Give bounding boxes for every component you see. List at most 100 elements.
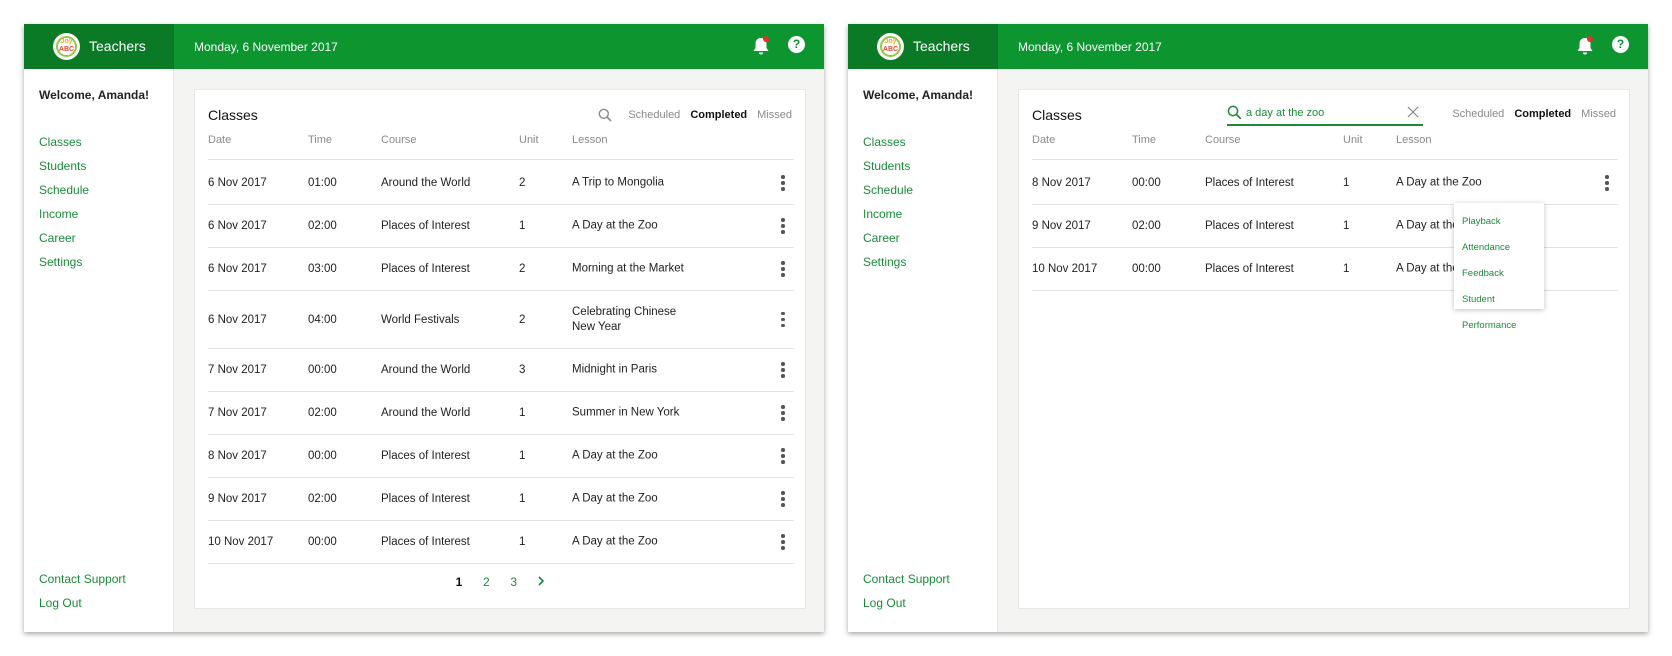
contact-support-link[interactable]: Contact Support: [39, 572, 126, 596]
chevron-right-icon[interactable]: [529, 575, 553, 589]
table-row[interactable]: 7 Nov 2017 00:00 Around the World 3 Midn…: [208, 349, 794, 392]
filter-missed[interactable]: Missed: [1581, 108, 1616, 120]
brand[interactable]: Joy ABC Teachers: [848, 24, 998, 69]
teachers-app-classes-search: Joy ABC Teachers Monday, 6 November 2017…: [848, 24, 1648, 632]
cell-time: 02:00: [308, 407, 337, 419]
table-row[interactable]: 6 Nov 2017 02:00 Places of Interest 1 A …: [208, 205, 794, 248]
column-header-course[interactable]: Course: [381, 134, 416, 146]
table-row[interactable]: 10 Nov 2017 00:00 Places of Interest 1 A…: [208, 521, 794, 564]
filter-completed[interactable]: Completed: [690, 109, 747, 121]
sidebar-item-classes[interactable]: Classes: [39, 135, 89, 159]
filter-scheduled[interactable]: Scheduled: [1452, 108, 1504, 120]
kebab-icon[interactable]: [780, 491, 786, 507]
search-icon[interactable]: [598, 108, 612, 122]
bell-icon[interactable]: [1575, 35, 1595, 57]
cell-date: 8 Nov 2017: [208, 450, 267, 462]
sidebar-item-career[interactable]: Career: [39, 231, 89, 255]
kebab-icon[interactable]: [1604, 175, 1610, 191]
kebab-icon[interactable]: [780, 218, 786, 234]
status-filters: Scheduled Completed Missed: [598, 108, 792, 122]
column-header-time[interactable]: Time: [308, 134, 332, 146]
sidebar: Welcome, Amanda! Classes Students Schedu…: [848, 69, 998, 632]
kebab-icon[interactable]: [780, 534, 786, 550]
column-header-lesson[interactable]: Lesson: [572, 134, 607, 146]
table-row[interactable]: 9 Nov 2017 02:00 Places of Interest 1 A …: [208, 478, 794, 521]
brand[interactable]: Joy ABC Teachers: [24, 24, 174, 69]
filter-scheduled[interactable]: Scheduled: [628, 109, 680, 121]
column-header-lesson[interactable]: Lesson: [1396, 134, 1431, 146]
kebab-icon[interactable]: [780, 175, 786, 191]
column-header-unit[interactable]: Unit: [1343, 134, 1363, 146]
page-1[interactable]: 1: [447, 575, 471, 589]
kebab-icon[interactable]: [780, 261, 786, 277]
page-2[interactable]: 2: [474, 575, 498, 589]
table-row[interactable]: 8 Nov 2017 00:00 Places of Interest 1 A …: [208, 435, 794, 478]
filter-completed[interactable]: Completed: [1514, 108, 1571, 120]
cell-time: 00:00: [1132, 263, 1161, 275]
cell-unit: 1: [519, 220, 526, 232]
page-3[interactable]: 3: [502, 575, 526, 589]
kebab-icon[interactable]: [780, 362, 786, 378]
column-header-date[interactable]: Date: [208, 134, 231, 146]
sidebar-item-settings[interactable]: Settings: [39, 255, 89, 279]
sidebar-item-students[interactable]: Students: [39, 159, 89, 183]
cell-unit: 1: [1343, 177, 1350, 189]
sidebar-item-schedule[interactable]: Schedule: [39, 183, 89, 207]
kebab-icon[interactable]: [780, 405, 786, 421]
cell-time: 01:00: [308, 177, 337, 189]
column-header-unit[interactable]: Unit: [519, 134, 539, 146]
column-header-course[interactable]: Course: [1205, 134, 1240, 146]
joy-abc-logo: Joy ABC: [53, 33, 80, 60]
sidebar-item-income[interactable]: Income: [863, 207, 913, 231]
menu-item-student-performance[interactable]: Student Performance: [1454, 287, 1544, 331]
log-out-link[interactable]: Log Out: [39, 596, 126, 620]
sidebar-item-classes[interactable]: Classes: [863, 135, 913, 159]
sidebar-item-settings[interactable]: Settings: [863, 255, 913, 279]
table-row[interactable]: 8 Nov 2017 00:00 Places of Interest 1 A …: [1032, 162, 1618, 205]
menu-item-attendance[interactable]: Attendance: [1454, 235, 1544, 261]
help-icon[interactable]: ?: [1612, 36, 1629, 53]
cell-date: 6 Nov 2017: [208, 263, 267, 275]
search-input[interactable]: [1246, 104, 1396, 122]
cell-lesson: Celebrating Chinese New Year: [572, 305, 677, 333]
cell-time: 00:00: [1132, 177, 1161, 189]
menu-item-playback[interactable]: Playback: [1454, 209, 1544, 235]
contact-support-link[interactable]: Contact Support: [863, 572, 950, 596]
help-icon[interactable]: ?: [788, 36, 805, 53]
sidebar-bottom-links: Contact Support Log Out: [39, 572, 126, 620]
current-date: Monday, 6 November 2017: [1018, 40, 1162, 54]
cell-time: 00:00: [308, 450, 337, 462]
filter-missed[interactable]: Missed: [757, 109, 792, 121]
sidebar-item-students[interactable]: Students: [863, 159, 913, 183]
table-row[interactable]: 7 Nov 2017 02:00 Around the World 1 Summ…: [208, 392, 794, 435]
column-header-date[interactable]: Date: [1032, 134, 1055, 146]
cell-time: 03:00: [308, 263, 337, 275]
column-header-time[interactable]: Time: [1132, 134, 1156, 146]
cell-course: Places of Interest: [381, 450, 470, 462]
cell-date: 7 Nov 2017: [208, 407, 267, 419]
cell-course: Places of Interest: [381, 493, 470, 505]
table-row[interactable]: 6 Nov 2017 04:00 World Festivals 2 Celeb…: [208, 291, 794, 349]
cell-course: Around the World: [381, 407, 471, 419]
cell-course: Places of Interest: [1205, 220, 1294, 232]
bell-icon[interactable]: [751, 35, 771, 57]
search-field: [1227, 102, 1423, 126]
kebab-icon[interactable]: [780, 448, 786, 464]
log-out-link[interactable]: Log Out: [863, 596, 950, 620]
top-bar: Joy ABC Teachers Monday, 6 November 2017…: [848, 24, 1648, 69]
menu-item-feedback[interactable]: Feedback: [1454, 261, 1544, 287]
table-row[interactable]: 6 Nov 2017 01:00 Around the World 2 A Tr…: [208, 162, 794, 205]
cell-course: Places of Interest: [381, 220, 470, 232]
kebab-icon[interactable]: [780, 311, 786, 328]
cell-date: 9 Nov 2017: [208, 493, 267, 505]
sidebar-item-schedule[interactable]: Schedule: [863, 183, 913, 207]
page-title: Classes: [208, 107, 258, 123]
page-title: Classes: [1032, 107, 1082, 123]
cell-unit: 1: [519, 536, 526, 548]
sidebar-item-career[interactable]: Career: [863, 231, 913, 255]
sidebar-item-income[interactable]: Income: [39, 207, 89, 231]
table-row[interactable]: 6 Nov 2017 03:00 Places of Interest 2 Mo…: [208, 248, 794, 291]
logo-text-bottom: ABC: [882, 46, 899, 53]
close-icon[interactable]: [1407, 106, 1419, 118]
cell-lesson: A Day at the Zoo: [1396, 176, 1482, 189]
